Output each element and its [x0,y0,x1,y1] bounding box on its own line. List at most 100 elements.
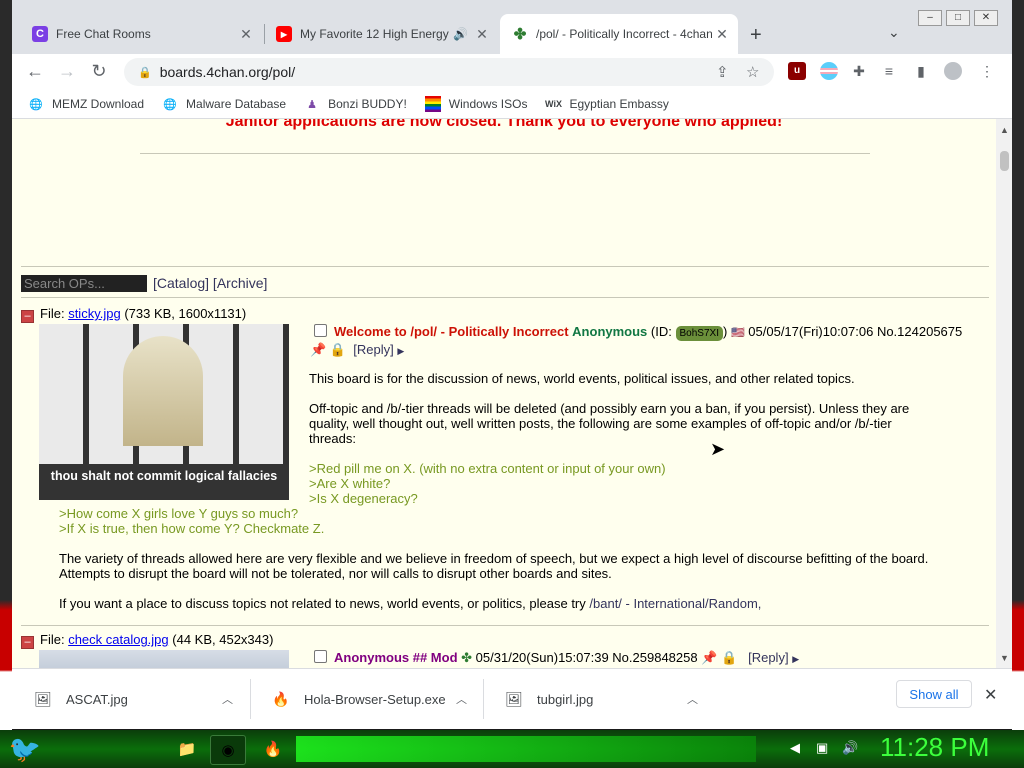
chevron-up-icon[interactable]: ︿ [222,691,233,707]
scrollbar-thumb[interactable] [1000,151,1009,171]
chevron-up-icon[interactable]: ︿ [687,691,698,707]
share-icon[interactable]: ⇪ [716,63,729,81]
speaker-tray-icon[interactable]: 🔊 [842,740,858,756]
maximize-icon[interactable]: □ [946,10,970,26]
check-catalog-thumbnail[interactable] [39,650,289,668]
chrome-icon[interactable]: ◉ [210,735,246,765]
file-link[interactable]: check catalog.jpg [68,632,168,647]
divider [21,266,989,267]
close-window-icon[interactable]: ✕ [974,10,998,26]
thumbnail-caption: thou shalt not commit logical fallacies [39,464,289,500]
chat-rooms-icon: C [32,26,48,42]
download-item-ascat[interactable]: 🖼 ASCAT.jpg ︿ [12,669,250,729]
address-bar[interactable]: 🔒 boards.4chan.org/pol/ ⇪ ☆ [124,58,774,86]
hide-thread-icon[interactable]: – [21,636,34,649]
close-tab-icon[interactable]: ✕ [712,26,732,43]
bant-link[interactable]: /bant/ - International/Random, [589,596,761,611]
mod-clover-icon: ✤ [461,650,473,665]
post-number[interactable]: No.259848258 [612,650,697,665]
folder-icon[interactable]: 📁 [170,735,204,763]
us-flag-icon: 🇺🇸 [730,327,745,339]
download-item-hola[interactable]: 🔥 Hola-Browser-Setup.exe ︿ [250,669,482,729]
tab-free-chat-rooms[interactable]: C Free Chat Rooms ✕ [20,14,262,54]
catalog-archive-links: [Catalog] [Archive] [153,275,268,291]
post1-message-continued: >How come X girls love Y guys so much? >… [59,506,939,611]
taskbar: 🐦 📁 ◉ 🔥 ◀ ▣ 🔊 11:28 PM [0,730,1024,768]
desktop-left-edge [0,0,12,730]
tab-search-chevron-icon[interactable]: ⌄ [888,24,900,41]
profile-avatar-icon[interactable] [944,62,962,80]
bookmark-star-icon[interactable]: ☆ [746,63,759,81]
catalog-link[interactable]: Catalog [157,275,205,291]
hide-thread-icon[interactable]: – [21,310,34,323]
media-queue-icon[interactable]: ≡ [880,62,898,80]
speaker-icon[interactable]: 🔊 [453,27,468,41]
post-paragraph: If you want a place to discuss topics no… [59,596,939,611]
tab-youtube[interactable]: ▶ My Favorite 12 High Energy 🔊 ✕ [264,14,498,54]
file-link[interactable]: sticky.jpg [68,306,121,321]
board-page: Janitor applications are now closed. Tha… [12,119,996,668]
scroll-down-icon[interactable]: ▼ [1000,653,1009,663]
ublock-icon[interactable]: u [788,62,806,80]
file-meta: (44 KB, 452x343) [172,632,274,647]
post-number[interactable]: No.124205675 [877,324,962,339]
page-scrollbar[interactable]: ▲ ▼ [996,119,1012,668]
bookmark-label: Windows ISOs [448,97,528,111]
thumbnail-figure [123,336,203,446]
sticky-thumbnail[interactable]: thou shalt not commit logical fallacies [39,324,289,500]
show-all-downloads-button[interactable]: Show all [896,680,972,708]
id-suffix: ) [722,324,728,339]
hola-fire-icon[interactable]: 🔥 [256,735,290,763]
bookmark-egyptian-embassy[interactable]: WiX Egyptian Embassy [545,96,669,112]
url-text: boards.4chan.org/pol/ [159,64,296,80]
reload-icon[interactable]: ↻ [88,61,110,82]
poster-id[interactable]: BohS7XI [675,326,723,341]
post2-file-info: – File: check catalog.jpg (44 KB, 452x343… [21,632,273,649]
tab-pol[interactable]: ✤ /pol/ - Politically Incorrect - 4chan … [500,14,738,54]
network-icon[interactable]: ▣ [816,740,828,756]
download-item-tubgirl[interactable]: 🖼 tubgirl.jpg ︿ [483,669,715,729]
post-menu-arrow-icon[interactable]: ▶ [792,654,799,664]
post-subject: Welcome to /pol/ - Politically Incorrect [334,324,569,339]
bookmark-label: Malware Database [186,97,287,111]
close-downloads-icon[interactable]: ✕ [984,685,997,705]
window-controls: – □ ✕ [918,10,998,26]
divider [21,297,989,298]
search-ops-input[interactable]: Search OPs... [21,275,147,292]
close-tab-icon[interactable]: ✕ [472,26,492,43]
tray-volume-control-icon[interactable]: ◀ [790,740,800,756]
close-tab-icon[interactable]: ✕ [236,26,256,43]
flag-extension-icon[interactable] [820,62,838,80]
post-checkbox[interactable] [314,324,327,337]
archive-link[interactable]: Archive [217,275,264,291]
downloads-bar: 🖼 ASCAT.jpg ︿ 🔥 Hola-Browser-Setup.exe ︿… [12,668,1012,729]
new-tab-button[interactable]: + [750,24,762,47]
bookmark-windows-isos[interactable]: Windows ISOs [424,96,528,112]
side-panel-icon[interactable]: ▮ [912,62,930,80]
bookmark-malware-database[interactable]: 🌐 Malware Database [162,96,286,112]
janitor-announcement: Janitor applications are now closed. Tha… [225,119,783,130]
pin-icon: 📌 [310,342,327,357]
back-arrow-icon[interactable]: ← [24,61,46,82]
scroll-up-icon[interactable]: ▲ [1000,125,1009,135]
puzzle-extensions-icon[interactable]: ✚ [850,62,868,80]
bookmark-label: Egyptian Embassy [569,97,669,111]
desktop-right-edge [1012,0,1024,730]
bookmark-memz[interactable]: 🌐 MEMZ Download [28,96,144,112]
reply-link[interactable]: Reply [752,650,785,665]
download-name: ASCAT.jpg [66,691,128,707]
forward-arrow-icon[interactable]: → [56,61,78,82]
taskbar-clock[interactable]: 11:28 PM [880,732,989,763]
menu-kebab-icon[interactable]: ⋮ [978,62,996,80]
bookmark-bonzi-buddy[interactable]: ♟ Bonzi BUDDY! [304,96,407,112]
minimize-icon[interactable]: – [918,10,942,26]
post-menu-arrow-icon[interactable]: ▶ [397,346,404,356]
reply-link[interactable]: Reply [357,342,390,357]
globe-icon: 🌐 [29,98,43,111]
lock-thread-icon: 🔒 [329,342,346,357]
lock-icon[interactable]: 🔒 [138,66,152,79]
poster-name: Anonymous [572,324,648,339]
chevron-up-icon[interactable]: ︿ [456,691,467,707]
post-checkbox[interactable] [314,650,327,663]
angry-bird-start-icon[interactable]: 🐦 [4,730,46,768]
